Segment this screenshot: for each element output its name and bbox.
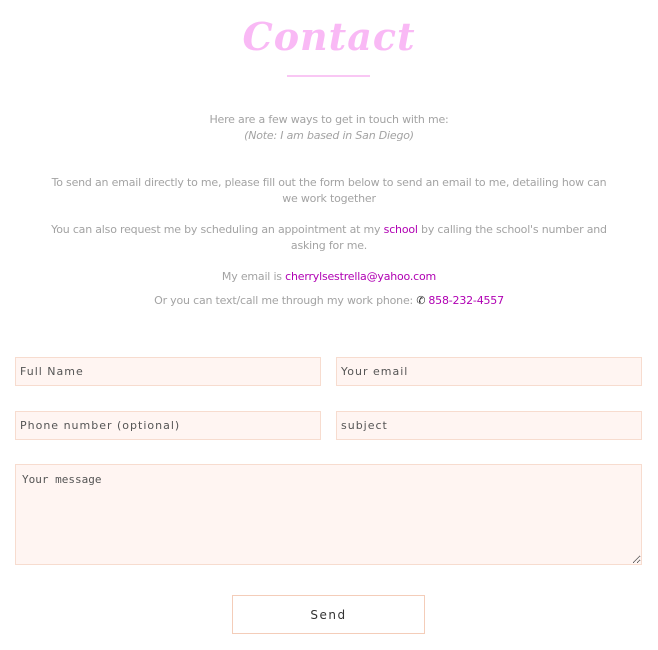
title-underline [287, 75, 370, 77]
message-textarea[interactable] [15, 464, 642, 565]
intro-text: Here are a few ways to get in touch with… [50, 112, 608, 144]
intro-note: (Note: I am based in San Diego) [244, 129, 414, 142]
appointment-text: You can also request me by scheduling an… [51, 223, 607, 252]
phone-link[interactable]: 858-232-4557 [428, 294, 504, 307]
form-instructions: To send an email directly to me, please … [51, 176, 607, 205]
intro-line: Here are a few ways to get in touch with… [209, 113, 449, 126]
send-button[interactable]: Send [232, 595, 425, 634]
email-line: My email is cherrylsestrella@yahoo.com [221, 270, 437, 283]
phone-line: Or you can text/call me through my work … [154, 294, 504, 307]
subject-input[interactable] [336, 411, 642, 440]
email-link[interactable]: cherrylsestrella@yahoo.com [285, 270, 436, 283]
full-name-input[interactable] [15, 357, 321, 386]
email-input[interactable] [336, 357, 642, 386]
school-link[interactable]: school [384, 223, 418, 236]
phone-input[interactable] [15, 411, 321, 440]
phone-icon: ✆ [416, 294, 426, 307]
page-title: Contact [242, 14, 416, 59]
